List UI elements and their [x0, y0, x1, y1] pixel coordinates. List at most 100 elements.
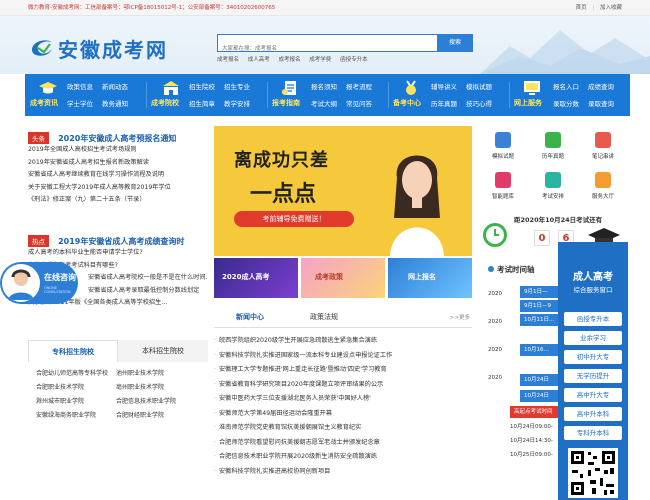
- list-item[interactable]: 合肥师范学院看望慰问抗美援朝志愿军老战士并颁发纪念章: [214, 436, 472, 451]
- thumb-policy[interactable]: 成考政策: [301, 258, 385, 298]
- list-item[interactable]: 安徽科技学院扎实推进高校协同创新项目: [214, 465, 472, 480]
- schedule-item[interactable]: 9月1日—: [520, 286, 558, 298]
- nav-link-faq[interactable]: 常见问答: [346, 98, 372, 108]
- list-item[interactable]: 安徽省教育科学研究项目2020年度课题立项评审结果的公示: [214, 378, 472, 393]
- nav-link-handouts[interactable]: 辅导讲义: [431, 81, 457, 91]
- schedule-item[interactable]: 9月1日—9: [520, 300, 558, 312]
- hot-link[interactable]: 函授专升本: [340, 57, 368, 63]
- nav-link-register[interactable]: 报名入口: [553, 81, 579, 91]
- online-chat-button[interactable]: 在线咨询 ONLINE CONSULTATION: [0, 262, 78, 304]
- hot-link[interactable]: 成考报名: [217, 57, 239, 63]
- list-item[interactable]: 安徽理工大学专题推进'网上重走长征路'暨推动'四史'学习教育: [214, 363, 472, 378]
- tool-notes[interactable]: 笔记串讲: [578, 126, 628, 166]
- school-link[interactable]: 亳州职业技术学院: [116, 381, 164, 395]
- promo-banner[interactable]: 离成功只差 一点点 考前辅导免费赠送！: [214, 126, 472, 256]
- list-item[interactable]: 皖西学院组织2020级学生开展应急疏散逃生紧急集合演练: [214, 334, 472, 349]
- tab-news-center[interactable]: 新闻中心: [236, 312, 264, 322]
- schedule-item[interactable]: 高起点考试时间: [510, 406, 558, 418]
- nav-link-syllabus[interactable]: 考试大纲: [311, 98, 337, 108]
- service-button[interactable]: 初中升大专: [564, 350, 622, 364]
- schedule-item[interactable]: 10月16…: [520, 344, 558, 356]
- nav-link-policy[interactable]: 政策信息: [67, 81, 93, 91]
- nav-group-prep: 备考中心 辅导讲义 模拟试题 历年真题 技巧心得: [388, 74, 509, 116]
- tool-mock-test[interactable]: 模拟试题: [478, 126, 528, 166]
- countdown-digit: 0: [534, 230, 550, 246]
- hot-link[interactable]: 成人高考: [248, 57, 270, 63]
- school-link[interactable]: 合肥职业技术学院: [36, 381, 84, 395]
- home-link[interactable]: 首页: [576, 5, 587, 11]
- tab-policy[interactable]: 政策法规: [310, 312, 338, 322]
- list-item[interactable]: 《刑法》修正案（九）第二十五条（节录）: [28, 194, 208, 207]
- nav-link-degree[interactable]: 学士学位: [67, 98, 93, 108]
- service-button[interactable]: 无学历提升: [564, 369, 622, 383]
- nav-link-cutoff[interactable]: 录取分数: [553, 98, 579, 108]
- nav-group-news: 成考资讯 政策信息 新闻动态 学士学位 教务通知: [25, 74, 146, 116]
- list-item[interactable]: 合肥信息技术职业学院开展2020级新生消防安全疏散演练: [214, 450, 472, 465]
- nav-head-news[interactable]: 成考资讯: [30, 98, 58, 108]
- list-item[interactable]: 安徽师范大学第49届田径运动会隆重开幕: [214, 407, 472, 422]
- list-item[interactable]: 2019年安徽省成人高考招生报名新政策解读: [28, 157, 208, 170]
- headline-title[interactable]: 2020年安徽成人高考预报名通知: [58, 134, 176, 143]
- tool-exam-schedule[interactable]: 考试安排: [528, 166, 578, 206]
- service-button[interactable]: 函授专升本: [564, 312, 622, 326]
- nav-head-prep[interactable]: 备考中心: [393, 98, 421, 108]
- nav-head-services[interactable]: 网上服务: [514, 98, 542, 108]
- tab-junior-college[interactable]: 专科招生院校: [28, 340, 118, 362]
- nav-link-score[interactable]: 成绩查询: [588, 81, 614, 91]
- site-logo[interactable]: 安徽成考网: [30, 34, 168, 62]
- nav-link-colleges[interactable]: 招生院校: [189, 81, 215, 91]
- nav-link-majors[interactable]: 招生专业: [224, 81, 250, 91]
- nav-link-past-papers[interactable]: 历年真题: [431, 98, 457, 108]
- nav-group-guide: 报考指南 报名须知 报考流程 考试大纲 常见问答: [267, 74, 388, 116]
- service-button[interactable]: 专科升本科: [564, 426, 622, 440]
- tool-question-bank[interactable]: 智能题库: [478, 166, 528, 206]
- nav-head-schools[interactable]: 成考院校: [151, 98, 179, 108]
- list-item[interactable]: 关于安徽工程大学2019年成人高等教育2019年学位: [28, 182, 208, 195]
- schedule-item[interactable]: 10月24日: [520, 374, 558, 386]
- school-link[interactable]: 滁州城市职业学院: [36, 395, 84, 409]
- nav-link-news[interactable]: 新闻动态: [102, 81, 128, 91]
- more-link[interactable]: >>更多: [450, 313, 470, 321]
- hot-link[interactable]: 成考学费: [309, 57, 331, 63]
- nav-link-notice[interactable]: 教务通知: [102, 98, 128, 108]
- nav-link-tips[interactable]: 技巧心得: [466, 98, 492, 108]
- school-link[interactable]: 合肥幼儿师范高等专科学校: [36, 367, 108, 381]
- service-button[interactable]: 高中升本科: [564, 407, 622, 421]
- service-button[interactable]: 高中升大专: [564, 388, 622, 402]
- nav-link-teaching[interactable]: 教学安排: [224, 98, 250, 108]
- list-item[interactable]: 成人高考的本科毕业生能否申请学士学位?: [28, 247, 208, 260]
- nav-link-process[interactable]: 报考流程: [346, 81, 372, 91]
- list-item[interactable]: 2019年全国成人高校招生考试考场规则: [28, 144, 208, 157]
- list-item[interactable]: 安徽科技学院扎实推进国家级一流本科专业建设点申报论证工作: [214, 349, 472, 364]
- school-link[interactable]: 合肥财经职业学院: [116, 409, 164, 423]
- thumb-label: 成考政策: [315, 273, 343, 281]
- thumb-register[interactable]: 网上报名: [388, 258, 472, 298]
- favorite-link[interactable]: 加入收藏: [600, 5, 622, 11]
- nav-head-guide[interactable]: 报考指南: [272, 98, 300, 108]
- school-link[interactable]: 池州职业技术学院: [116, 367, 164, 381]
- schedule-item[interactable]: 10月11日…: [520, 314, 558, 326]
- schedule-item[interactable]: 10月24日: [520, 390, 558, 402]
- nav-link-admission[interactable]: 录取查询: [588, 98, 614, 108]
- schedule-times: 10月24日09:00- 10月24日14:30- 10月25日09:00-: [510, 420, 553, 462]
- service-button[interactable]: 业余学习: [564, 331, 622, 345]
- school-link[interactable]: 安徽绿海商务职业学院: [36, 409, 96, 423]
- tool-past-papers[interactable]: 历年真题: [528, 126, 578, 166]
- tool-service-hall[interactable]: 服务大厅: [578, 166, 628, 206]
- banner-pill: 考前辅导免费赠送！: [234, 211, 354, 227]
- nav-group-schools: 成考院校 招生院校 招生专业 招生简章 教学安排: [146, 74, 267, 116]
- hot-link[interactable]: 成考报名: [279, 57, 301, 63]
- nav-link-notes[interactable]: 报名须知: [311, 81, 337, 91]
- search-button[interactable]: 搜索: [437, 34, 473, 52]
- tab-undergraduate[interactable]: 本科招生院校: [118, 340, 208, 362]
- list-item[interactable]: 淮南师范学院党史教育馆抗美援朝展馆主义教育纪实: [214, 421, 472, 436]
- list-item[interactable]: 安徽省成人高考继续教育在线学习操作流程及说明: [28, 169, 208, 182]
- list-item[interactable]: 安徽中医药大学三位支援湖北医务人员荣获'中国好人榜': [214, 392, 472, 407]
- school-link[interactable]: 合肥信息技术职业学院: [116, 395, 176, 409]
- nav-link-mock[interactable]: 模拟试题: [466, 81, 492, 91]
- hot-title[interactable]: 2019年安徽省成人高考成绩查询时: [58, 237, 184, 246]
- nav-link-brochure[interactable]: 招生简章: [189, 98, 215, 108]
- logo-swirl-icon: [32, 40, 52, 56]
- thumb-education[interactable]: 2020成人高考: [214, 258, 298, 298]
- thumb-label: 网上报名: [408, 273, 436, 281]
